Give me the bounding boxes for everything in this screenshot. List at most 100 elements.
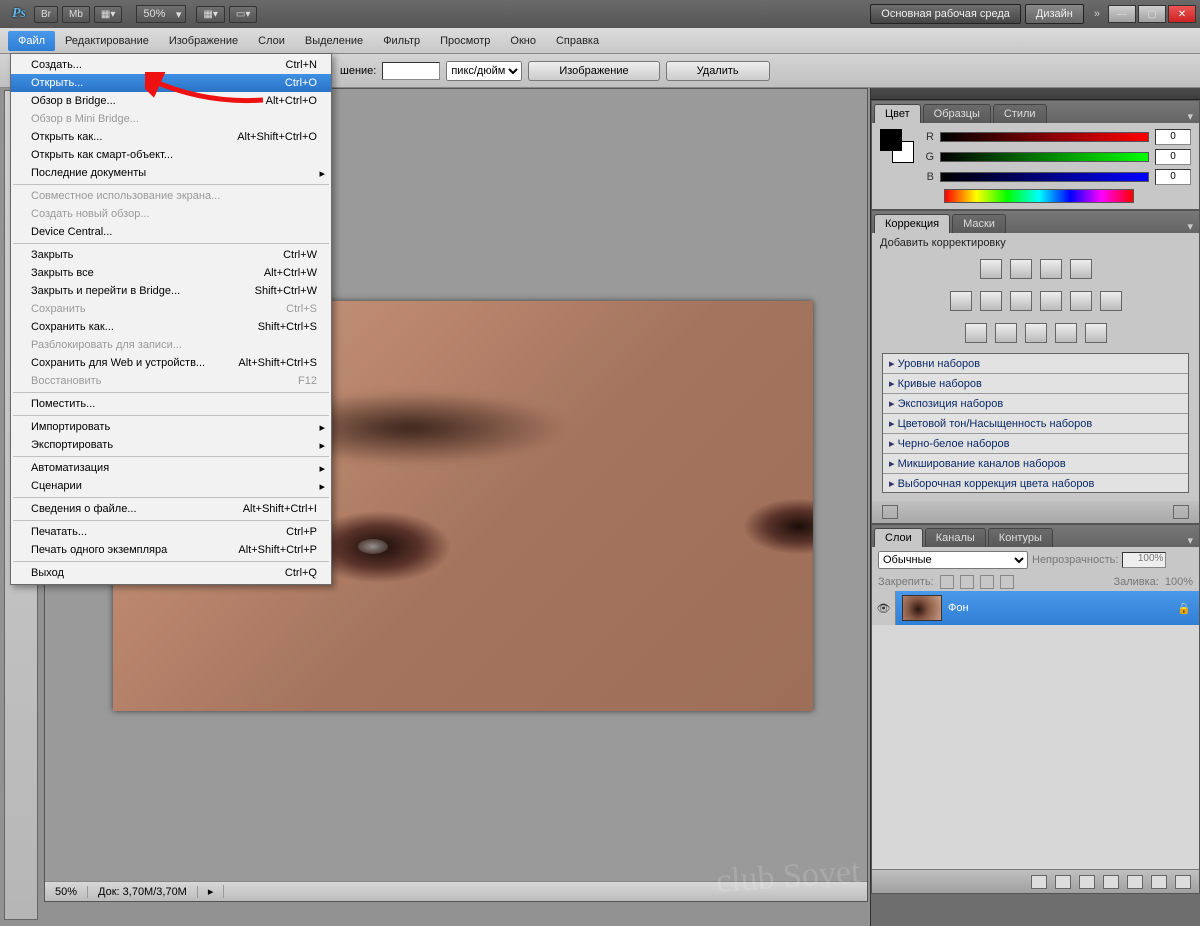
lock-all-icon[interactable] [1000,575,1014,589]
spectrum-bar[interactable] [944,189,1134,203]
photofilter-icon[interactable] [1070,291,1092,311]
tab-Маски[interactable]: Маски [952,214,1006,233]
menuitem[interactable]: Импортировать [11,418,331,436]
menuitem[interactable]: Печать одного экземпляраAlt+Shift+Ctrl+P [11,541,331,559]
menuitem[interactable]: Автоматизация [11,459,331,477]
lock-paint-icon[interactable] [960,575,974,589]
curves-icon[interactable] [1040,259,1062,279]
gradmap-icon[interactable] [1055,323,1077,343]
menuitem[interactable]: Экспортировать [11,436,331,454]
image-button[interactable]: Изображение [528,61,659,81]
menuitem[interactable]: Создать...Ctrl+N [11,56,331,74]
menuitem[interactable]: Открыть как смарт-объект... [11,146,331,164]
screen-mode-button[interactable]: ▭▾ [229,6,257,23]
preset-item[interactable]: Микширование каналов наборов [883,454,1188,474]
swatch-box[interactable] [880,129,914,163]
tab-Каналы[interactable]: Каналы [925,528,986,547]
resolution-input[interactable] [382,62,440,80]
preset-item[interactable]: Уровни наборов [883,354,1188,374]
minimize-button[interactable]: — [1108,5,1136,23]
status-arrow-icon[interactable]: ▸ [198,885,225,898]
menuitem[interactable]: Поместить... [11,395,331,413]
slider-G[interactable] [940,152,1149,162]
selcolor-icon[interactable] [1085,323,1107,343]
menu-слои[interactable]: Слои [248,31,295,51]
menuitem[interactable]: ЗакрытьCtrl+W [11,246,331,264]
mixer-icon[interactable] [1100,291,1122,311]
panel-menu-icon[interactable]: ▾ [1181,534,1199,547]
lock-move-icon[interactable] [980,575,994,589]
menuitem[interactable]: ВыходCtrl+Q [11,564,331,582]
zoom-combo[interactable]: 50% [136,5,186,23]
link-icon[interactable] [1031,875,1047,889]
preset-item[interactable]: Кривые наборов [883,374,1188,394]
bw-icon[interactable] [1040,291,1062,311]
hue-icon[interactable] [980,291,1002,311]
fill-input[interactable]: 100% [1165,576,1193,588]
delete-layer-icon[interactable] [1175,875,1191,889]
menuitem[interactable]: Сохранить для Web и устройств...Alt+Shif… [11,354,331,372]
preset-item[interactable]: Черно-белое наборов [883,434,1188,454]
value-G[interactable]: 0 [1155,149,1191,165]
value-R[interactable]: 0 [1155,129,1191,145]
menuitem[interactable]: Обзор в Bridge...Alt+Ctrl+O [11,92,331,110]
menu-окно[interactable]: Окно [500,31,546,51]
fx-icon[interactable] [1055,875,1071,889]
tab-Стили[interactable]: Стили [993,104,1047,123]
status-docsize[interactable]: Док: 3,70M/3,70M [88,886,198,898]
visibility-icon[interactable]: 👁 [872,591,896,625]
tab-Коррекция[interactable]: Коррекция [874,214,950,233]
layer-list[interactable]: 👁 Фон 🔒 [872,591,1199,869]
group-icon[interactable] [1127,875,1143,889]
exposure-icon[interactable] [1070,259,1092,279]
delete-button[interactable]: Удалить [666,61,770,81]
invert-icon[interactable] [965,323,987,343]
menuitem[interactable]: Сценарии [11,477,331,495]
menu-файл[interactable]: Файл [8,31,55,51]
menuitem[interactable]: Закрыть всеAlt+Ctrl+W [11,264,331,282]
balance-icon[interactable] [1010,291,1032,311]
threshold-icon[interactable] [1025,323,1047,343]
menu-просмотр[interactable]: Просмотр [430,31,500,51]
menu-фильтр[interactable]: Фильтр [373,31,430,51]
poster-icon[interactable] [995,323,1017,343]
opacity-input[interactable]: 100% [1122,552,1166,568]
new-layer-icon[interactable] [1151,875,1167,889]
menu-выделение[interactable]: Выделение [295,31,373,51]
arrange-button[interactable]: ▦▾ [94,6,122,23]
view-extras-button[interactable]: ▦▾ [196,6,224,23]
preset-item[interactable]: Выборочная коррекция цвета наборов [883,474,1188,493]
preset-item[interactable]: Цветовой тон/Насыщенность наборов [883,414,1188,434]
workspace-primary[interactable]: Основная рабочая среда [870,4,1021,24]
menu-справка[interactable]: Справка [546,31,609,51]
maximize-button[interactable]: ▢ [1138,5,1166,23]
workspace-secondary[interactable]: Дизайн [1025,4,1084,24]
unit-select[interactable]: пикс/дюйм [446,61,522,81]
menu-редактирование[interactable]: Редактирование [55,31,159,51]
menuitem[interactable]: Сведения о файле...Alt+Shift+Ctrl+I [11,500,331,518]
menuitem[interactable]: Сохранить как...Shift+Ctrl+S [11,318,331,336]
mask-icon[interactable] [1079,875,1095,889]
menuitem[interactable]: Последние документы [11,164,331,182]
brightness-icon[interactable] [980,259,1002,279]
tab-Контуры[interactable]: Контуры [988,528,1053,547]
menu-изображение[interactable]: Изображение [159,31,248,51]
expand-icon[interactable] [882,505,898,519]
tab-Образцы[interactable]: Образцы [923,104,991,123]
mb-button[interactable]: Mb [62,6,90,23]
panel-menu-icon[interactable]: ▾ [1181,220,1199,233]
slider-R[interactable] [940,132,1149,142]
adj-icon[interactable] [1103,875,1119,889]
lock-trans-icon[interactable] [940,575,954,589]
layer-row[interactable]: 👁 Фон 🔒 [872,591,1199,625]
blend-mode-select[interactable]: Обычные [878,551,1028,569]
menuitem[interactable]: Закрыть и перейти в Bridge...Shift+Ctrl+… [11,282,331,300]
fg-swatch[interactable] [880,129,902,151]
menuitem[interactable]: Открыть...Ctrl+O [11,74,331,92]
tab-Слои[interactable]: Слои [874,528,923,547]
status-zoom[interactable]: 50% [45,886,88,898]
levels-icon[interactable] [1010,259,1032,279]
menuitem[interactable]: Открыть как...Alt+Shift+Ctrl+O [11,128,331,146]
menuitem[interactable]: Печатать...Ctrl+P [11,523,331,541]
presets-list[interactable]: Уровни наборовКривые наборовЭкспозиция н… [882,353,1189,493]
